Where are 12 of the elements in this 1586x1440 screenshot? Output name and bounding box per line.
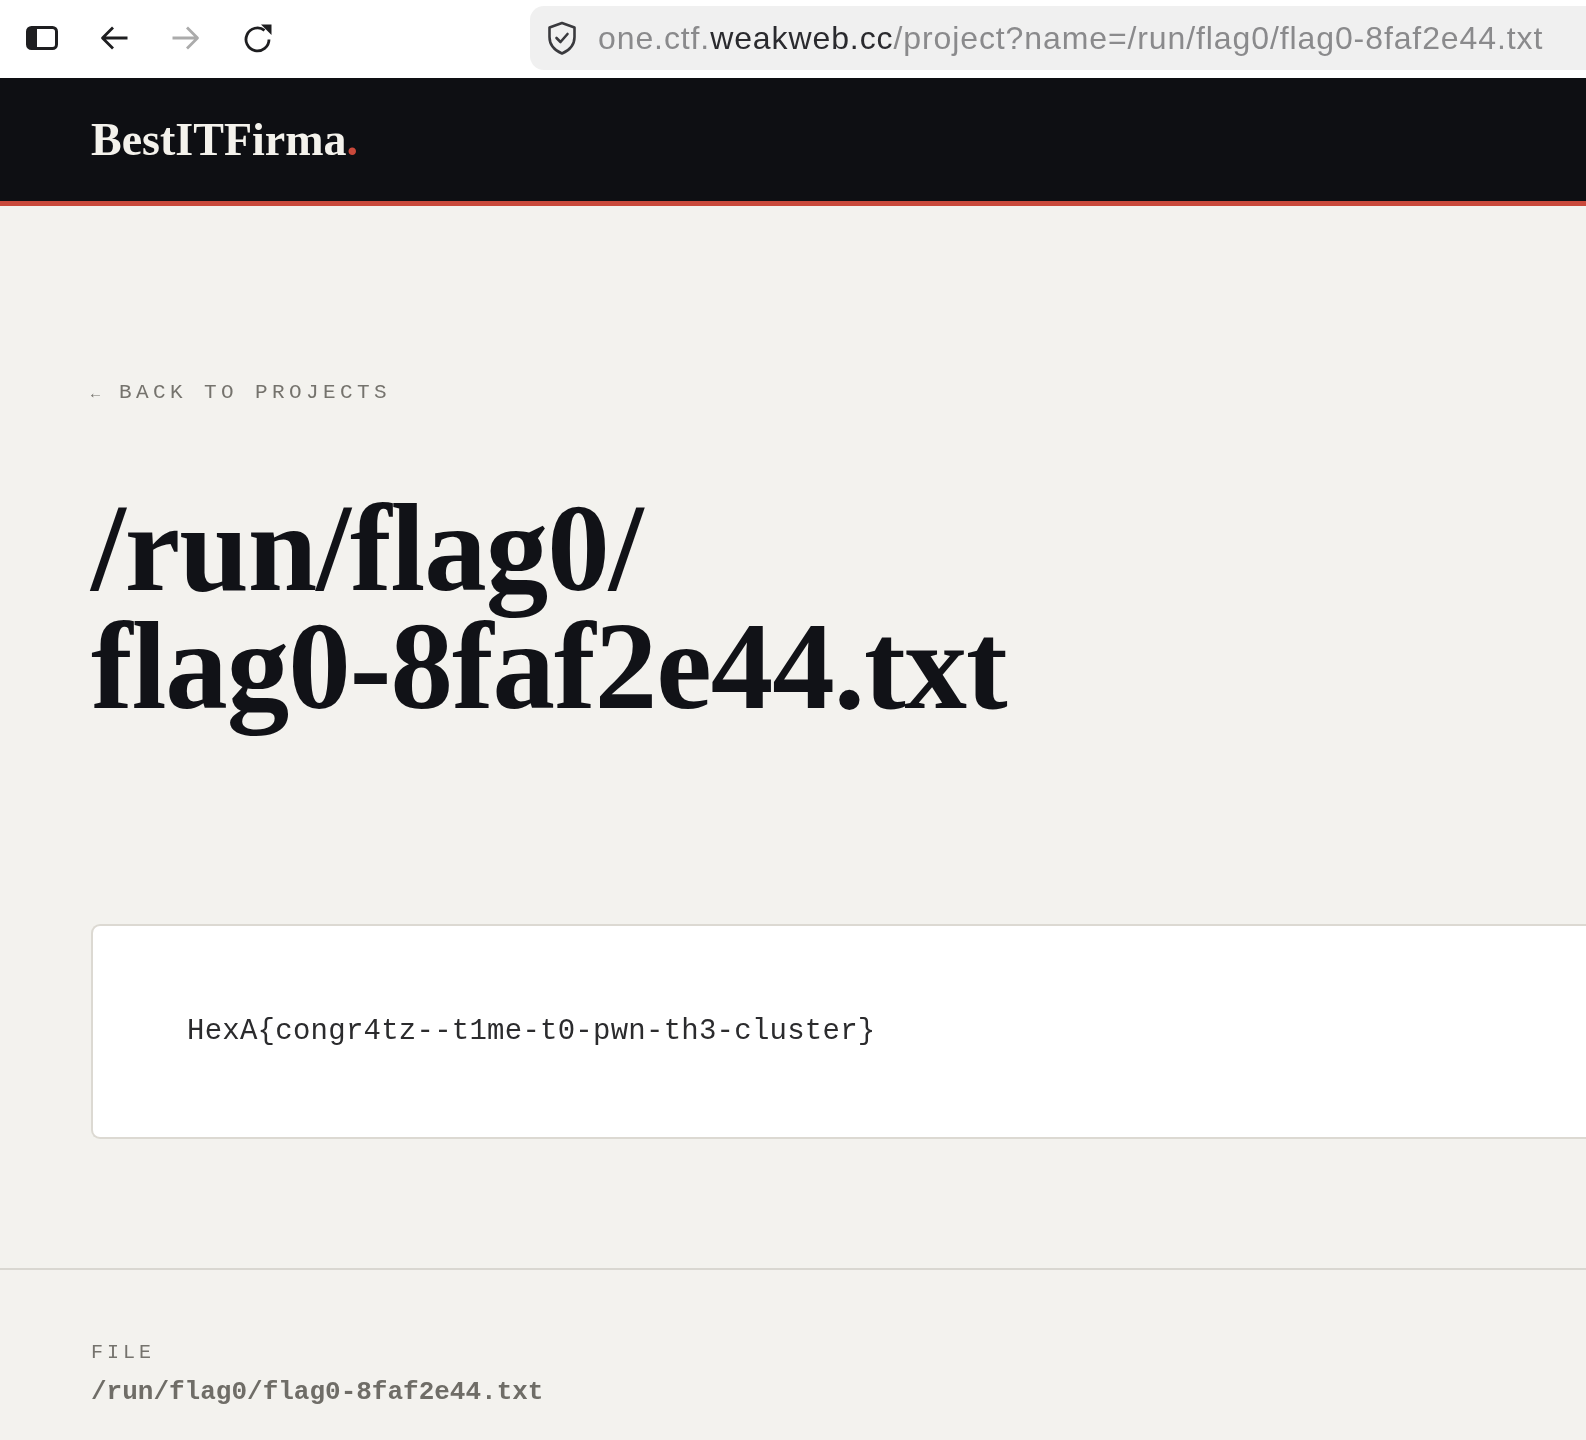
file-label: FILE [91, 1341, 155, 1365]
sidebar-icon [26, 26, 58, 50]
reload-icon [243, 23, 273, 53]
shield-check-icon[interactable] [547, 21, 577, 55]
site-logo[interactable]: BestITFirma. [91, 115, 358, 164]
arrow-right-icon [171, 25, 201, 51]
arrow-left-icon [99, 25, 129, 51]
back-to-projects-link[interactable]: ← BACK TO PROJECTS [91, 381, 392, 407]
file-content-text: HexA{congr4tz--t1me-t0-pwn-th3-cluster} [187, 1013, 876, 1050]
address-bar[interactable]: one.ctf.weakweb.cc/project?name=/run/flag0/flag0-8faf2e44.txt [530, 6, 1586, 70]
file-path: /run/flag0/flag0-8faf2e44.txt [91, 1377, 544, 1407]
page-title: /run/flag0/flag0-8faf2e44.txt [91, 489, 1008, 737]
